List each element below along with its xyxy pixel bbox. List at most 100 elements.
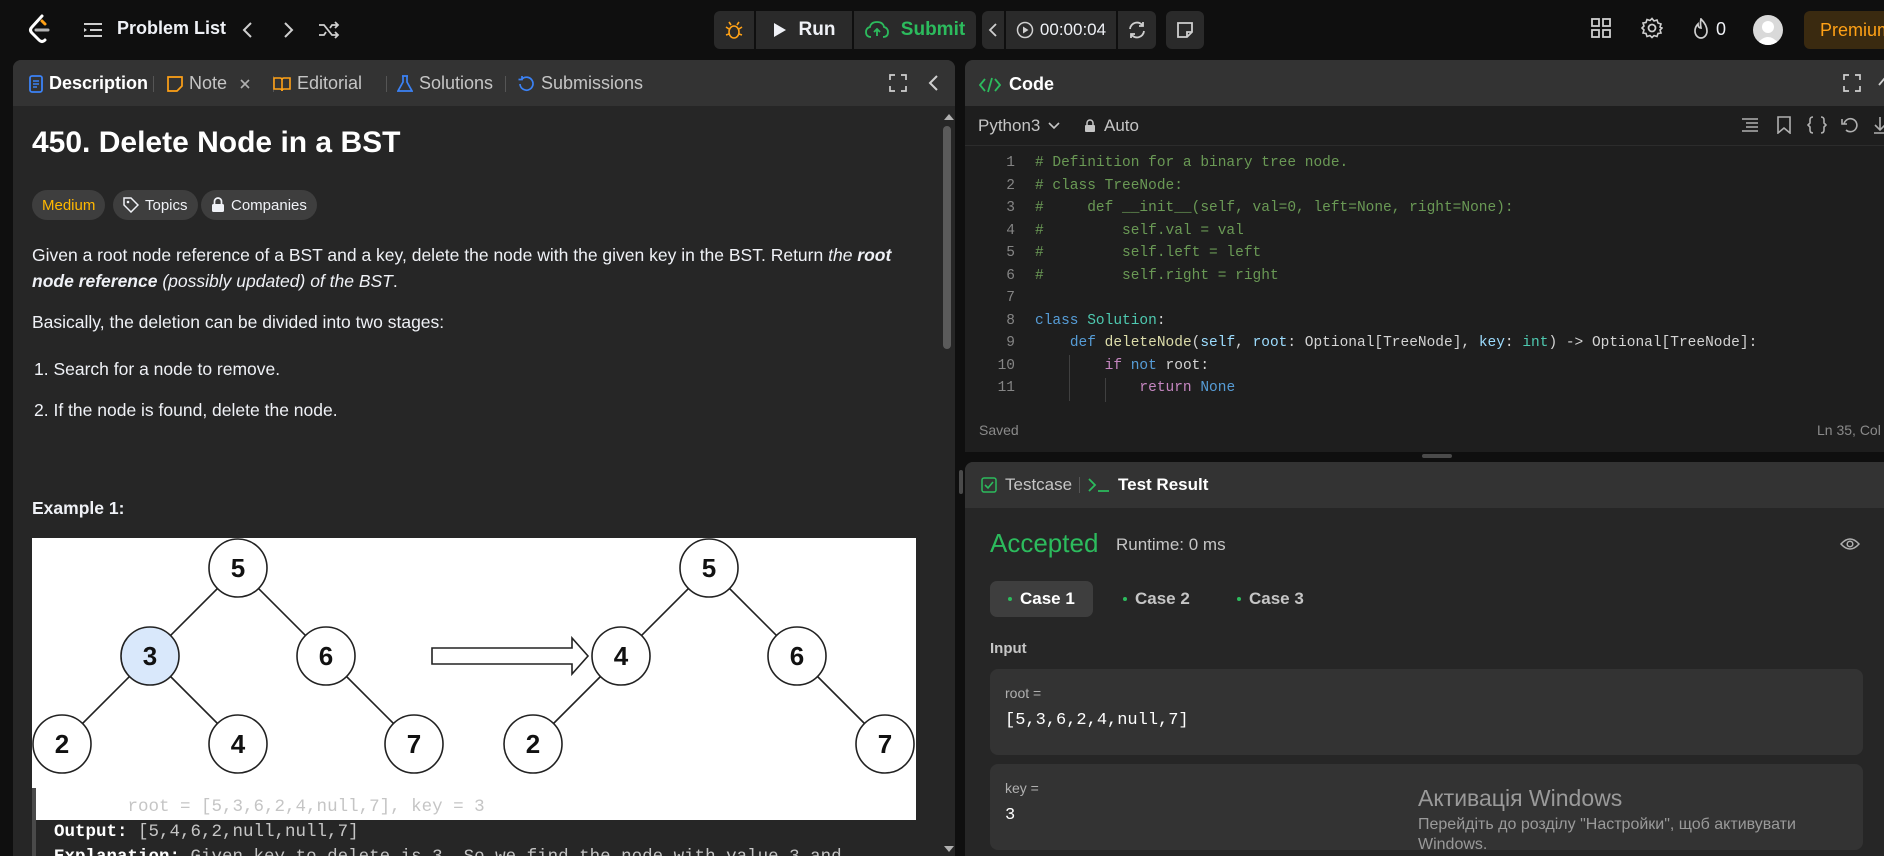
case-3-label: Case 3 [1249, 589, 1304, 608]
step-1: 1. Search for a node to remove. [34, 359, 281, 379]
line-number: 7 [1006, 290, 1015, 306]
pass-dot-icon [1123, 597, 1127, 601]
panel-resize-handle[interactable] [1422, 454, 1452, 458]
indent-guide [1069, 355, 1070, 401]
fullscreen-icon[interactable] [1843, 74, 1861, 92]
input-section-label: Input [990, 640, 1027, 657]
case-tab-3[interactable]: Case 3 [1219, 581, 1322, 617]
transform-arrow-icon [431, 635, 590, 677]
user-avatar[interactable] [1753, 15, 1783, 45]
submit-button[interactable]: Submit [854, 11, 976, 49]
description-italic: (possibly updated) of the BST [157, 271, 393, 291]
language-value: Python3 [978, 116, 1041, 135]
tree-node-label: 2 [55, 729, 69, 759]
example-quote-bar [32, 788, 36, 856]
line-number: 9 [1006, 335, 1015, 351]
line-content: # self.left = left [1035, 245, 1262, 261]
tree-node-label: 7 [878, 729, 892, 759]
line-content: def deleteNode(self, root: Optional[Tree… [1069, 335, 1758, 351]
code-tab[interactable]: Code [979, 74, 1054, 95]
eye-icon[interactable] [1840, 537, 1860, 551]
description-italic: the [828, 245, 858, 265]
scroll-up-icon[interactable] [942, 112, 955, 122]
case-tab-1[interactable]: Case 1 [990, 581, 1093, 617]
difficulty-badge[interactable]: Medium [32, 190, 106, 220]
fullscreen-icon[interactable] [889, 74, 907, 92]
debug-button[interactable] [714, 11, 754, 49]
language-select[interactable]: Python3 [978, 116, 1060, 136]
leetcode-logo-icon[interactable] [28, 14, 52, 46]
tab-testcase[interactable]: Testcase [981, 475, 1072, 495]
line-number: 8 [1006, 312, 1015, 329]
example-explanation: Explanation: Given key to delete is 3. S… [54, 847, 842, 856]
description-tabs: Description Note Editorial Solutions Sub… [13, 60, 955, 106]
expand-icon[interactable] [1873, 116, 1884, 134]
play-icon [773, 23, 786, 37]
premium-button[interactable]: Premium [1804, 11, 1884, 49]
format-code-icon[interactable] [1741, 117, 1759, 133]
tab-note[interactable]: Note [167, 73, 251, 94]
example-explanation-value: Given key to delete is 3. So we find the… [191, 847, 842, 856]
history-icon [518, 75, 534, 91]
line-number: 10 [997, 357, 1015, 374]
settings-gear-icon[interactable] [1641, 17, 1663, 39]
code-line: 4 # self.val = val [965, 223, 1884, 245]
notes-button[interactable] [1166, 11, 1204, 49]
top-bar: Problem List Run Submit 00:00:04 0 Premi… [0, 0, 1884, 60]
bug-icon [725, 21, 743, 39]
problem-list-icon[interactable] [82, 19, 104, 41]
timer-display[interactable]: 00:00:04 [1006, 11, 1116, 49]
shuffle-icon[interactable] [316, 17, 342, 43]
run-submit-group: Run Submit [714, 11, 976, 49]
prev-problem-icon[interactable] [234, 17, 260, 43]
tab-description-label: Description [49, 73, 149, 93]
auto-mode-toggle[interactable]: Auto [1084, 116, 1139, 136]
problem-list-link[interactable]: Problem List [117, 18, 226, 39]
tab-submissions[interactable]: Submissions [517, 73, 643, 94]
layout-grid-icon[interactable] [1590, 17, 1612, 39]
windows-activation-watermark: Активація Windows Перейдіть до розділу "… [1418, 785, 1796, 854]
code-line: 7 [965, 290, 1884, 312]
reset-code-icon[interactable] [1841, 116, 1859, 134]
streak-count: 0 [1716, 18, 1727, 39]
line-content: # Definition for a binary tree node. [1035, 155, 1349, 171]
braces-icon[interactable] [1807, 116, 1827, 134]
topics-button[interactable]: Topics [113, 190, 198, 220]
input-root-box: root = [5,3,6,2,4,null,7] [990, 669, 1863, 755]
run-button[interactable]: Run [756, 11, 852, 49]
line-number: 1 [1006, 155, 1015, 171]
companies-label: Companies [231, 196, 307, 214]
tab-test-result[interactable]: Test Result [1088, 475, 1208, 495]
case-1-label: Case 1 [1020, 589, 1075, 608]
tab-description[interactable]: Description [29, 73, 148, 94]
next-problem-icon[interactable] [276, 17, 302, 43]
collapse-up-icon[interactable] [1877, 74, 1884, 92]
note-icon [167, 75, 183, 92]
code-line: 3 # def __init__(self, val=0, left=None, … [965, 200, 1884, 222]
line-content: return None [1139, 380, 1236, 396]
scroll-down-icon[interactable] [942, 844, 955, 854]
companies-button[interactable]: Companies [201, 190, 317, 220]
tab-editorial[interactable]: Editorial [273, 73, 362, 94]
tree-node-label: 7 [407, 729, 421, 759]
reset-timer-icon[interactable] [1118, 11, 1156, 49]
case-tab-2[interactable]: Case 2 [1105, 581, 1208, 617]
problem-description: Given a root node reference of a BST and… [32, 242, 922, 294]
code-line: 1 # Definition for a binary tree node. [965, 155, 1884, 177]
indent-guide [1105, 378, 1106, 402]
bookmark-icon[interactable] [1777, 116, 1791, 134]
example-input: Input: root = [5,3,6,2,4,null,7], key = … [54, 797, 485, 817]
close-icon[interactable] [239, 78, 251, 90]
panel-resize-handle[interactable] [959, 470, 963, 494]
tab-solutions[interactable]: Solutions [397, 73, 493, 94]
example-figure: 5 3 6 2 4 7 5 4 6 2 7 [32, 538, 916, 820]
line-content: class Solution: [1035, 312, 1166, 329]
scrollbar-thumb[interactable] [943, 126, 951, 349]
tab-divider [1079, 477, 1080, 493]
input-key-value: 3 [1005, 806, 1016, 825]
collapse-timer-icon[interactable] [982, 11, 1004, 49]
collapse-panel-icon[interactable] [927, 74, 939, 92]
tab-test-result-label: Test Result [1118, 475, 1209, 494]
line-content: if not root: [1104, 357, 1210, 374]
streak-counter[interactable]: 0 [1692, 18, 1726, 40]
